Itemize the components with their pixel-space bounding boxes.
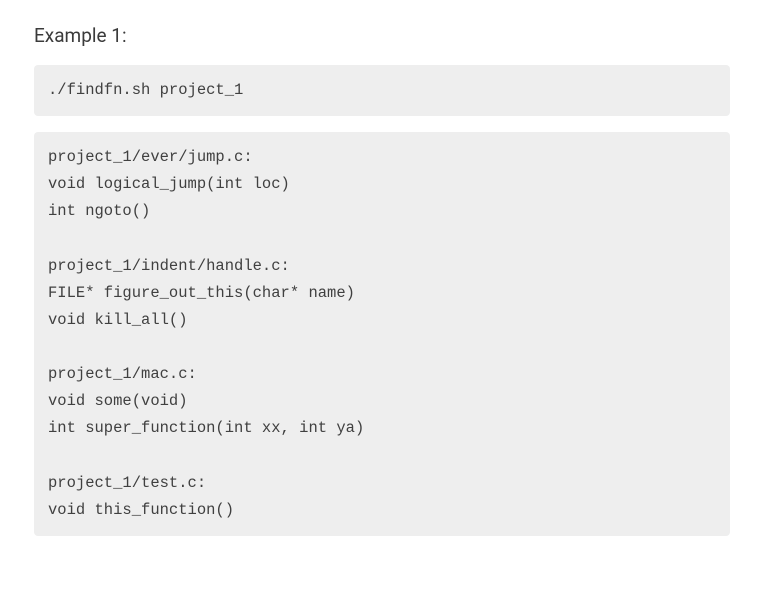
- command-code-block: ./findfn.sh project_1: [34, 65, 730, 116]
- output-code-block: project_1/ever/jump.c: void logical_jump…: [34, 132, 730, 536]
- example-heading: Example 1:: [34, 24, 730, 47]
